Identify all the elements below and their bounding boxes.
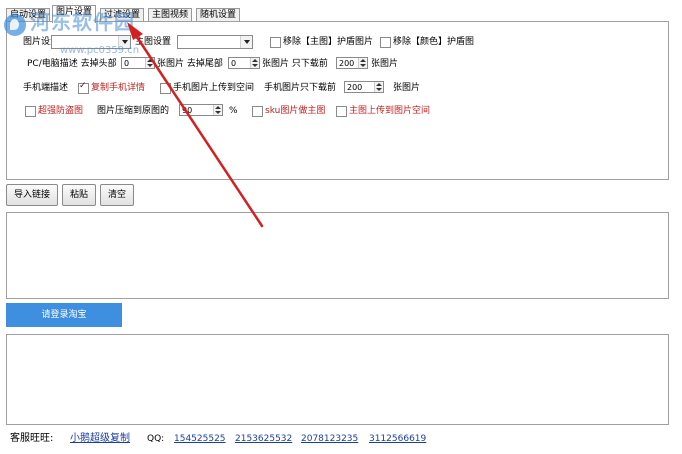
red-arrow-annotation [127, 22, 264, 228]
